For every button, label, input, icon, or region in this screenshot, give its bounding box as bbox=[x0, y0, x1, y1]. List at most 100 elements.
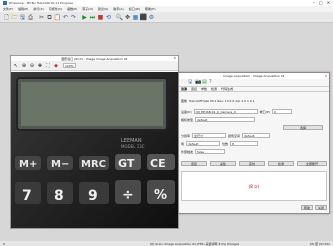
detect-button[interactable]: 检测 bbox=[268, 161, 294, 166]
fit-icon[interactable]: ⛶ bbox=[45, 63, 51, 69]
menu-operators[interactable]: 算子(O) bbox=[82, 7, 93, 11]
dialog-titlebar: Image Acquisition : Image Acquisition 01… bbox=[179, 73, 329, 79]
zoom-select[interactable]: 100% bbox=[63, 63, 76, 68]
menu-suggestions[interactable]: 建议(S) bbox=[98, 7, 108, 11]
camera-icon[interactable]: 📷 bbox=[195, 80, 201, 85]
help-button[interactable]: 帮助 bbox=[300, 205, 313, 210]
new-icon[interactable]: 🗋 bbox=[3, 14, 10, 21]
image-window-titlebar: 图形窗口 (ID:0) - Image Image Acquisition 01… bbox=[11, 56, 178, 61]
field-select[interactable]: default bbox=[186, 141, 221, 146]
open-icon[interactable]: 🗁 bbox=[11, 14, 18, 21]
calc-key-label: GT bbox=[118, 157, 135, 170]
device-select[interactable]: [0] PPUSB-01_0_Camera_0 bbox=[193, 109, 258, 114]
camera-image[interactable]: LEEMAN MODEL 13C M+ M− MRC GT CE 7 8 9 ÷… bbox=[11, 72, 178, 228]
menu-functions[interactable]: 函数(P) bbox=[67, 7, 77, 11]
color-icon[interactable]: ◆ bbox=[53, 63, 59, 69]
snap-button[interactable]: 采集 bbox=[210, 161, 236, 166]
calc-key-label: MRC bbox=[81, 159, 106, 170]
resolution-label: 分辨率 bbox=[181, 133, 191, 138]
disconnect-all-button[interactable]: 全部断开 bbox=[297, 161, 327, 166]
app-logo-icon bbox=[3, 1, 7, 5]
status-log-text: (8 ②) bbox=[248, 184, 260, 189]
tab-source[interactable]: 资源 bbox=[181, 87, 187, 91]
image-window-close-button[interactable]: ✕ bbox=[173, 56, 176, 60]
paste-icon[interactable]: 📋 bbox=[54, 14, 61, 21]
menu-window[interactable]: 窗口(W) bbox=[129, 7, 140, 11]
action-buttons-row: 连接 采集 实时 检测 全部断开 bbox=[181, 161, 327, 166]
step-icon[interactable]: ⏭ bbox=[89, 14, 96, 21]
zoom-in-icon[interactable]: ⊕ bbox=[21, 63, 27, 69]
interface-row: 图像 HalconEFrate 30.1 Rev: 13 0 0.1rp 1 0… bbox=[181, 99, 255, 103]
bit-depth-select[interactable]: 8 bbox=[230, 141, 259, 146]
menu-file[interactable]: 文件(F) bbox=[3, 7, 13, 11]
camera-type-select[interactable]: default bbox=[195, 117, 256, 122]
select-icon[interactable]: ↖ bbox=[13, 63, 19, 69]
calc-key-label: ÷ bbox=[122, 187, 134, 203]
select-row: 选择 bbox=[283, 125, 323, 130]
app-title: HDevelop - MVTec HALCON 20.11 Progress bbox=[9, 1, 73, 5]
maximize-button[interactable]: □ bbox=[319, 0, 323, 5]
trigger-label: 外部触发 bbox=[181, 149, 194, 154]
select-button[interactable]: 选择 bbox=[283, 125, 323, 130]
zoom-out-icon[interactable]: ⊖ bbox=[29, 63, 35, 69]
redo-icon[interactable]: ↷ bbox=[70, 14, 77, 21]
save-icon[interactable]: 🖫 bbox=[19, 14, 26, 21]
interface-value: HalconEFrate 30.1 Rev: 13 0 0.1rp 1 0 1 … bbox=[189, 99, 255, 103]
resolution-select[interactable]: 全尺寸 bbox=[192, 133, 227, 138]
minimize-button[interactable]: – bbox=[313, 0, 315, 5]
image-acquisition-dialog[interactable]: Image Acquisition : Image Acquisition 01… bbox=[178, 72, 330, 214]
graphics-icon[interactable]: ⬛ bbox=[140, 14, 147, 21]
zoom-icon[interactable]: 🔍 bbox=[116, 14, 123, 21]
tab-connection[interactable]: 连接 bbox=[191, 87, 197, 91]
toolbar-separator bbox=[113, 14, 115, 21]
status-right: [0] 原 [0] 50x bbox=[310, 241, 330, 246]
region-icon[interactable]: ▦ bbox=[132, 14, 139, 21]
help-icon[interactable]: ? bbox=[209, 80, 214, 85]
tab-parameters[interactable]: 参数 bbox=[201, 87, 207, 91]
assistant-icon[interactable]: ⚙ bbox=[148, 14, 155, 21]
status-middle: [0] Scan: Image Acquisition 01 (FPS: 采集帧… bbox=[150, 241, 239, 246]
menu-help[interactable]: 帮助(H) bbox=[145, 7, 156, 11]
port-select[interactable]: 0 bbox=[271, 109, 292, 114]
image-window[interactable]: 图形窗口 (ID:0) - Image Image Acquisition 01… bbox=[10, 55, 179, 229]
dialog-close-text-button[interactable]: 关闭 bbox=[314, 205, 327, 210]
status-left: 0 bbox=[3, 241, 5, 246]
close-button[interactable]: ✕ bbox=[327, 0, 330, 5]
calc-key-label: 9 bbox=[88, 188, 98, 204]
calc-key-label: % bbox=[154, 188, 167, 203]
dialog-toolbar: 🗁 🖫 📷 ▤ ? bbox=[179, 79, 329, 87]
insert-code-icon[interactable]: ▤ bbox=[202, 80, 207, 85]
calc-key-label: 8 bbox=[54, 188, 64, 204]
trigger-select[interactable]: false bbox=[195, 149, 226, 154]
calculator-photo: LEEMAN MODEL 13C M+ M− MRC GT CE 7 8 9 ÷… bbox=[11, 72, 178, 228]
stop-icon[interactable]: ■ bbox=[97, 14, 104, 21]
live-button[interactable]: 实时 bbox=[239, 161, 265, 166]
reset-icon[interactable]: ⟲ bbox=[105, 14, 112, 21]
menu-assistants[interactable]: 助手(A) bbox=[113, 7, 123, 11]
connect-button[interactable]: 连接 bbox=[181, 161, 207, 166]
color-space-select[interactable]: default bbox=[242, 133, 271, 138]
menu-edit[interactable]: 编辑(E) bbox=[18, 7, 28, 11]
bit-depth-label: 位数 bbox=[222, 141, 229, 146]
interface-label: 图像 bbox=[181, 99, 188, 103]
save-icon[interactable]: 🖫 bbox=[188, 80, 193, 85]
open-icon[interactable]: 🗁 bbox=[181, 80, 187, 85]
cut-icon[interactable]: ✂ bbox=[38, 14, 45, 21]
move-icon[interactable]: ✥ bbox=[37, 63, 43, 69]
camera-type-label: 相机类型 bbox=[181, 117, 194, 122]
trigger-row: 外部触发 false bbox=[181, 149, 226, 154]
camera-type-row: 相机类型 default bbox=[181, 117, 256, 122]
pan-icon[interactable]: ✥ bbox=[124, 14, 131, 21]
menu-visualize[interactable]: 可视化(V) bbox=[49, 7, 62, 11]
menu-execute[interactable]: 执行(X) bbox=[33, 7, 43, 11]
tab-code-generation[interactable]: 代码生成 bbox=[221, 87, 233, 91]
dialog-close-button[interactable]: ✕ bbox=[324, 73, 327, 79]
dialog-title: Image Acquisition : Image Acquisition 01 bbox=[223, 74, 285, 78]
image-window-toolbar: ↖ ⊕ ⊖ ✥ ⛶ ◆ 100% bbox=[11, 61, 178, 71]
dialog-tabs: 资源 连接 参数 检测 代码生成 bbox=[179, 87, 329, 92]
copy-icon[interactable]: ⧉ bbox=[46, 14, 53, 21]
run-icon[interactable]: ▶ bbox=[81, 14, 88, 21]
undo-icon[interactable]: ↶ bbox=[62, 14, 69, 21]
print-icon[interactable]: ⎙ bbox=[27, 14, 34, 21]
tab-inspect[interactable]: 检测 bbox=[211, 87, 217, 91]
